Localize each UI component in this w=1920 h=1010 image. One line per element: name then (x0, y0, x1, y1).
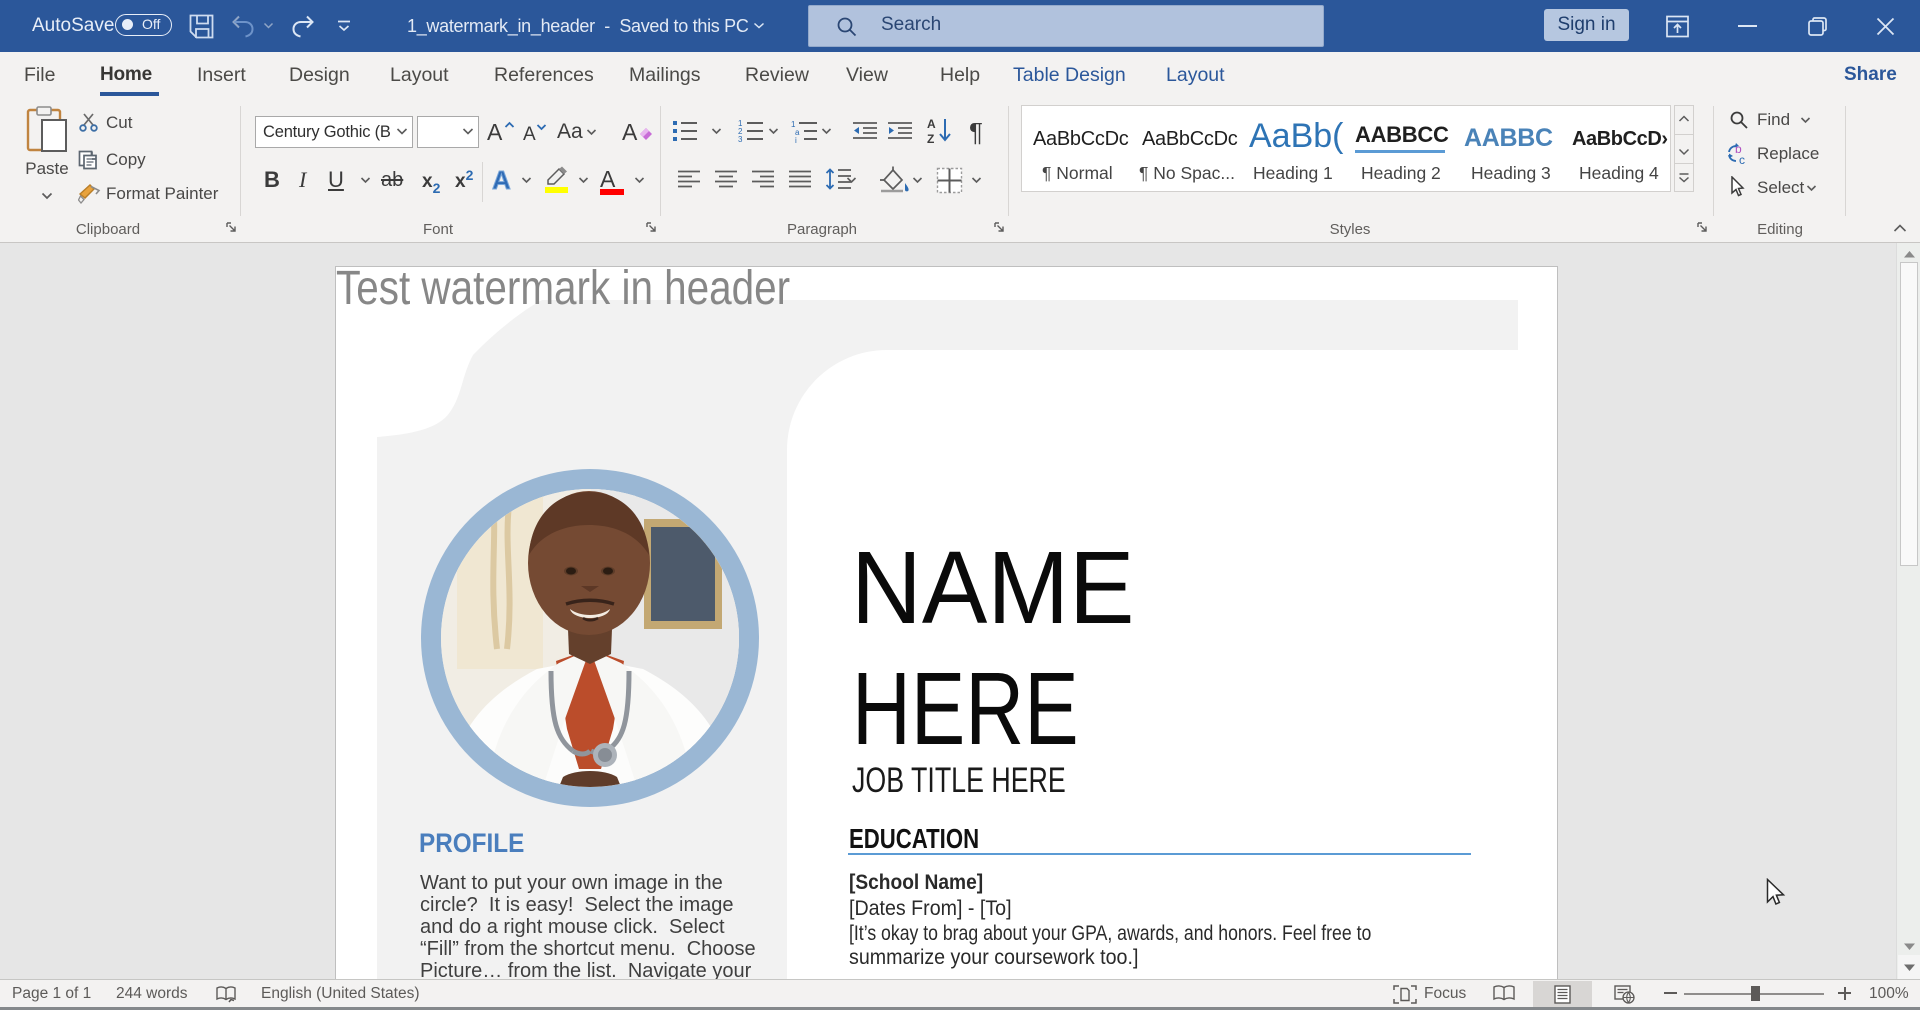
svg-text:A: A (927, 117, 936, 131)
svg-text:3: 3 (738, 135, 743, 143)
svg-text:Z: Z (927, 132, 934, 145)
svg-text:c: c (1739, 153, 1745, 166)
svg-text:i: i (795, 136, 797, 143)
